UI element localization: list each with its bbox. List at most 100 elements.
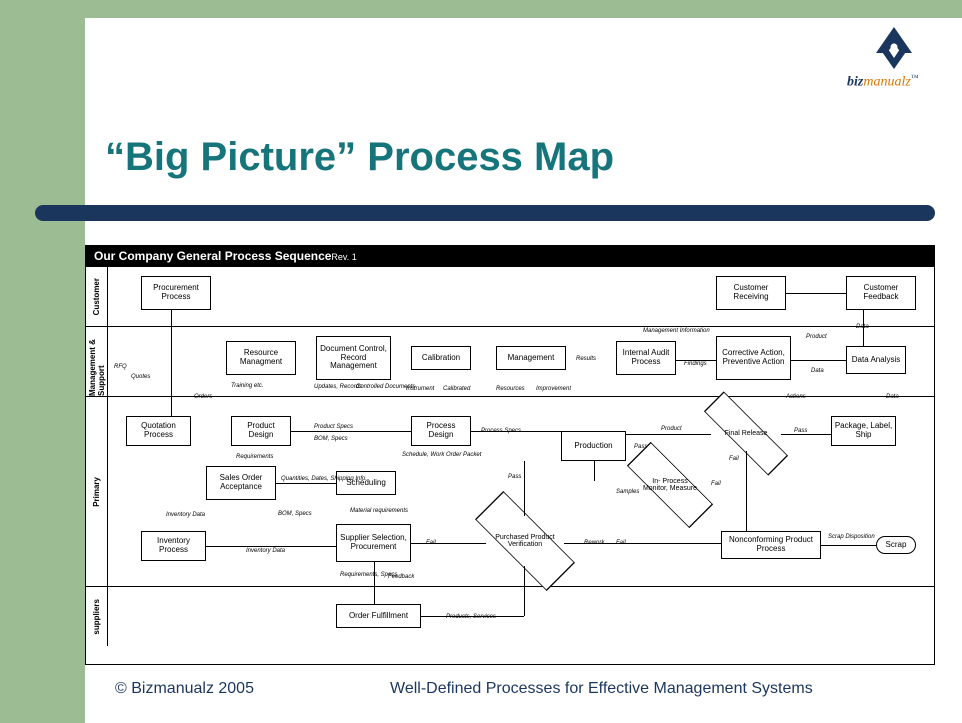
lbl-fail2: Fail: [711, 481, 721, 487]
lbl-bom-specs: BOM, Specs: [314, 436, 348, 442]
lbl-bom-specs2: BOM, Specs: [278, 511, 312, 517]
box-cust-feedback: Customer Feedback: [846, 276, 916, 310]
lbl-quantities: Quantities, Dates, Shipping Info.: [281, 476, 367, 482]
conn: [821, 545, 876, 546]
conn: [676, 360, 716, 361]
lbl-actions: Actions: [786, 394, 806, 400]
lbl-calibrated: Calibrated: [443, 386, 470, 392]
lbl-mgmt-info: Management Information: [643, 328, 710, 334]
box-process-design: Process Design: [411, 416, 471, 446]
conn: [276, 483, 336, 484]
diagram-header: Our Company General Process SequenceRev.…: [86, 246, 934, 266]
conn: [791, 360, 846, 361]
lbl-findings: Findings: [684, 361, 707, 367]
slide-top-border: [0, 0, 962, 18]
slide-title: “Big Picture” Process Map: [105, 135, 614, 180]
lbl-fail3: Fail: [729, 456, 739, 462]
box-quotation: Quotation Process: [126, 416, 191, 446]
lbl-schedule: Schedule, Work Order Packet: [402, 452, 481, 458]
lbl-quotes: Quotes: [131, 374, 150, 380]
logo-biz: biz: [847, 75, 863, 90]
lbl-inventory-data: Inventory Data: [166, 512, 205, 518]
diagram-title: Our Company General Process Sequence: [94, 249, 331, 263]
box-package: Package, Label, Ship: [831, 416, 896, 446]
lbl-data3: Data: [886, 394, 899, 400]
box-cust-recv: Customer Receiving: [716, 276, 786, 310]
box-scrap: Scrap: [876, 536, 916, 554]
diagram-rev: Rev. 1: [331, 252, 356, 262]
lbl-product2: Product: [661, 426, 682, 432]
conn: [524, 566, 525, 616]
conn: [374, 562, 375, 604]
lbl-rfq: RFQ: [114, 364, 127, 370]
lbl-improvement: Improvement: [536, 386, 571, 392]
logo-icon: [872, 25, 917, 70]
diamond-purchased-verif: Purchased Product Verification: [486, 516, 564, 566]
box-sales-order: Sales Order Acceptance: [206, 466, 276, 500]
lbl-instrument: Instrument: [406, 386, 434, 392]
lane-primary-label: Primary: [86, 397, 108, 586]
lbl-product: Product: [806, 334, 827, 340]
conn: [471, 431, 561, 432]
diamond-inprocess: In- Process Monitor, Measure: [636, 464, 704, 506]
slide-left-border: [0, 0, 85, 723]
lbl-results: Results: [576, 356, 596, 362]
lbl-orders: Orders: [194, 394, 212, 400]
logo-manualz: manualz: [863, 75, 910, 90]
conn: [564, 543, 721, 544]
box-scheduling: Scheduling: [336, 471, 396, 495]
box-supplier-sel: Supplier Selection, Procurement: [336, 524, 411, 562]
conn: [786, 293, 846, 294]
box-procurement: Procurement Process: [141, 276, 211, 310]
box-internal-audit: Internal Audit Process: [616, 341, 676, 375]
lbl-scrap-disp: Scrap Disposition: [828, 534, 875, 540]
lbl-inventory-data2: Inventory Data: [246, 548, 285, 554]
conn: [411, 543, 486, 544]
lbl-samples: Samples: [616, 489, 639, 495]
box-data-analysis: Data Analysis: [846, 346, 906, 374]
footer-tagline: Well-Defined Processes for Effective Man…: [390, 680, 813, 698]
conn: [594, 461, 595, 481]
conn: [206, 546, 336, 547]
lane-mgmt-label: Management & Support: [86, 327, 108, 396]
conn: [421, 616, 524, 617]
box-product-design: Product Design: [231, 416, 291, 446]
lbl-material-req: Material requirements: [350, 508, 408, 514]
lbl-resources: Resources: [496, 386, 525, 392]
box-nonconforming: Nonconforming Product Process: [721, 531, 821, 559]
lbl-training: Training etc.: [231, 383, 264, 389]
lbl-requirements: Requirements: [236, 454, 273, 460]
lbl-data2: Data: [811, 368, 824, 374]
conn: [171, 310, 172, 416]
box-calibration: Calibration: [411, 346, 471, 370]
box-inventory: Inventory Process: [141, 531, 206, 561]
lbl-pass2: Pass: [508, 474, 521, 480]
lbl-pass3: Pass: [634, 444, 647, 450]
process-diagram: Our Company General Process SequenceRev.…: [85, 245, 935, 665]
conn: [863, 310, 864, 346]
lbl-product-specs: Product Specs: [314, 424, 353, 430]
title-underline: [35, 205, 935, 221]
diamond-final-release: Final Release: [711, 416, 781, 451]
box-corrective: Corrective Action, Preventive Action: [716, 336, 791, 380]
lbl-feedback: Feedback: [388, 574, 414, 580]
lane-customer: Customer: [86, 266, 934, 326]
box-resource: Resource Managment: [226, 341, 296, 375]
footer-copyright: © Bizmanualz 2005: [115, 680, 254, 698]
box-order-fulfill: Order Fulfillment: [336, 604, 421, 628]
conn: [524, 461, 525, 516]
conn: [291, 431, 411, 432]
lane-customer-label: Customer: [86, 267, 108, 326]
logo: bizmanualz™: [847, 25, 942, 95]
conn: [746, 451, 747, 531]
lbl-updates: Updates, Records: [314, 384, 362, 390]
logo-text: bizmanualz™: [847, 73, 942, 91]
box-doc-control: Document Control, Record Management: [316, 336, 391, 380]
conn: [781, 434, 831, 435]
logo-tm: ™: [911, 73, 919, 82]
lane-suppliers-label: suppliers: [86, 587, 108, 646]
conn: [626, 434, 711, 435]
box-management: Management: [496, 346, 566, 370]
box-production: Production: [561, 431, 626, 461]
lbl-products-services: Products, Services: [446, 614, 496, 620]
